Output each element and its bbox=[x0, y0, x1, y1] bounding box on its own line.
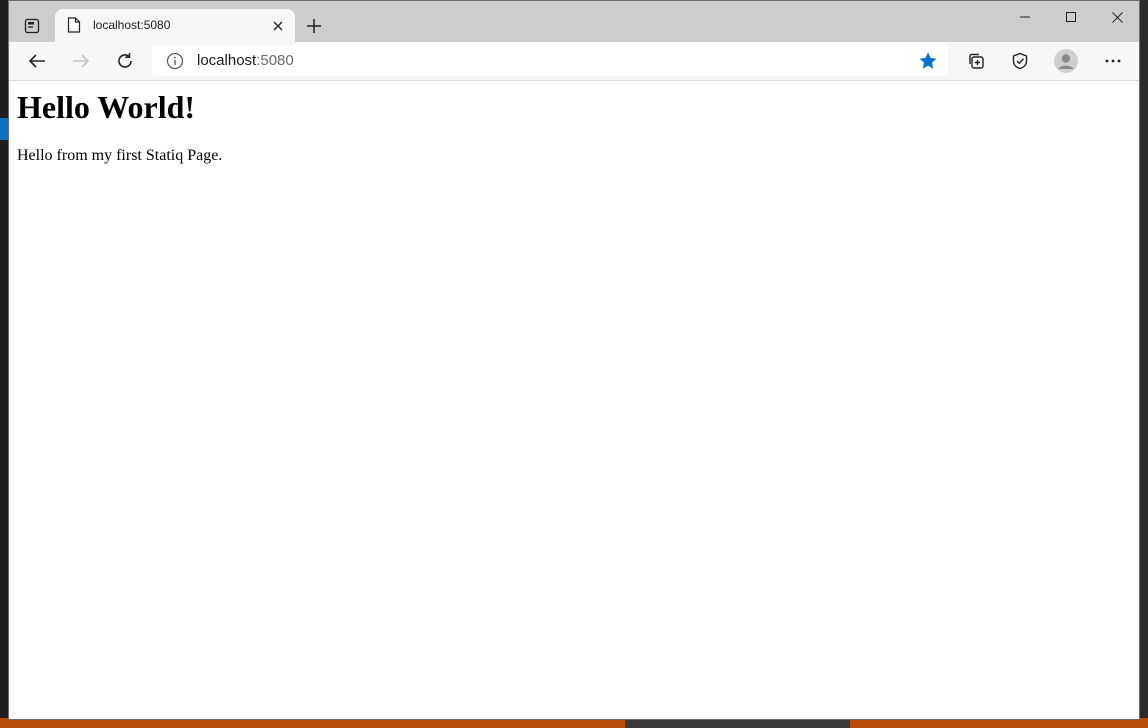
profile-avatar[interactable] bbox=[1050, 47, 1082, 75]
tab-actions-icon[interactable] bbox=[19, 13, 45, 39]
browser-toolbar: localhost:5080 bbox=[9, 42, 1139, 81]
tab-strip: localhost:5080 bbox=[9, 1, 1139, 42]
address-url: localhost:5080 bbox=[197, 52, 294, 69]
minimize-button[interactable] bbox=[1002, 1, 1048, 33]
browser-window: localhost:5080 localhost:5080 Hello Worl… bbox=[8, 0, 1140, 720]
tab-title: localhost:5080 bbox=[93, 18, 171, 32]
tab-localhost[interactable]: localhost:5080 bbox=[55, 9, 295, 42]
close-tab-icon[interactable] bbox=[269, 17, 287, 35]
desktop-background-left bbox=[0, 0, 8, 728]
url-port: :5080 bbox=[256, 52, 294, 69]
url-host: localhost bbox=[197, 52, 257, 69]
close-window-button[interactable] bbox=[1094, 1, 1139, 33]
page-heading: Hello World! bbox=[17, 89, 196, 125]
refresh-button[interactable] bbox=[109, 47, 141, 75]
address-bar[interactable]: localhost:5080 bbox=[152, 45, 948, 76]
page-icon bbox=[67, 17, 81, 33]
page-content: Hello World! Hello from my first Statiq … bbox=[9, 81, 1139, 719]
collections-icon[interactable] bbox=[960, 47, 992, 75]
maximize-button[interactable] bbox=[1048, 1, 1094, 33]
page-paragraph: Hello from my first Statiq Page. bbox=[17, 147, 223, 164]
favorite-star-icon[interactable] bbox=[918, 51, 938, 71]
site-info-icon[interactable] bbox=[166, 52, 184, 70]
settings-more-icon[interactable] bbox=[1097, 47, 1129, 75]
back-button[interactable] bbox=[21, 47, 53, 75]
forward-button[interactable] bbox=[65, 47, 97, 75]
browser-essentials-icon[interactable] bbox=[1004, 47, 1036, 75]
new-tab-button[interactable] bbox=[303, 15, 325, 37]
